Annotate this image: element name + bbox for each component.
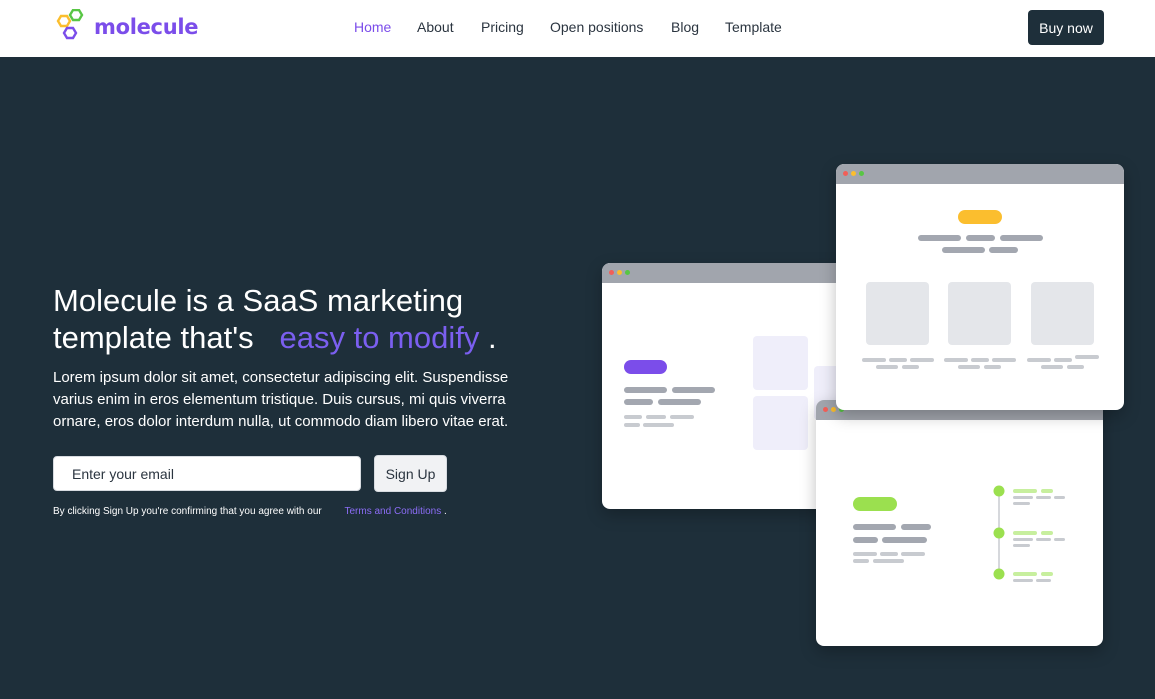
mockup-line — [901, 524, 931, 530]
mockup-window-bottom — [816, 400, 1103, 646]
mockup-line — [889, 358, 907, 362]
mockup-line — [862, 358, 886, 362]
buy-now-button[interactable]: Buy now — [1028, 10, 1104, 45]
nav-open-positions[interactable]: Open positions — [550, 19, 643, 35]
mockup-line — [958, 365, 980, 369]
window-controls — [843, 171, 864, 176]
brand-name: molecule — [94, 15, 199, 39]
mockup-line — [624, 415, 642, 419]
mockup-line — [971, 358, 989, 362]
mockup-card — [753, 396, 808, 450]
window-titlebar — [602, 263, 852, 283]
mockup-line — [984, 365, 1001, 369]
mockup-line — [882, 537, 927, 543]
mockup-line — [876, 365, 898, 369]
hexagon-molecule-icon — [56, 9, 84, 40]
mockup-line — [901, 552, 925, 556]
mockup-card — [948, 282, 1011, 345]
mockup-window-left — [602, 263, 852, 509]
mockup-line — [880, 552, 898, 556]
hero-title-accent: easy to modify — [279, 320, 480, 355]
consent-text: By clicking Sign Up you're confirming th… — [53, 506, 447, 517]
mockup-line — [966, 235, 995, 241]
mockup-line — [1075, 355, 1099, 359]
email-input[interactable] — [53, 456, 361, 491]
mockup-line — [643, 423, 674, 427]
site-header: molecule Home About Pricing Open positio… — [0, 0, 1155, 57]
mockup-line — [918, 235, 961, 241]
brand-logo[interactable]: molecule — [52, 9, 199, 45]
mockup-line — [1054, 358, 1072, 362]
mockup-timeline — [993, 485, 1065, 582]
mockup-line — [624, 399, 653, 405]
consent-label: By clicking Sign Up you're confirming th… — [53, 506, 322, 517]
nav-about[interactable]: About — [417, 19, 454, 35]
mockup-line — [624, 423, 640, 427]
nav-pricing[interactable]: Pricing — [481, 19, 524, 35]
mockup-line — [1041, 365, 1063, 369]
window-controls — [609, 270, 630, 275]
hero-description: Lorem ipsum dolor sit amet, consectetur … — [53, 369, 509, 430]
hero-title-end: . — [487, 320, 497, 355]
mockup-line — [902, 365, 919, 369]
mockup-pill — [624, 360, 667, 374]
hero-title: Molecule is a SaaS marketing template th… — [53, 282, 573, 356]
mockup-line — [873, 559, 904, 563]
mockup-line — [853, 524, 896, 530]
mockup-line — [853, 559, 869, 563]
mockup-card — [1031, 282, 1094, 345]
nav-template[interactable]: Template — [725, 19, 782, 35]
mockup-pill — [958, 210, 1002, 224]
mockup-line — [853, 552, 877, 556]
mockup-line — [1027, 358, 1051, 362]
mockup-window-top — [836, 164, 1124, 410]
mockup-line — [672, 387, 715, 393]
mockup-line — [992, 358, 1016, 362]
mockup-line — [658, 399, 701, 405]
mockup-line — [944, 358, 968, 362]
mockup-line — [670, 415, 694, 419]
mockup-pill — [853, 497, 897, 511]
mockup-card — [866, 282, 929, 345]
mockup-line — [989, 247, 1018, 253]
sign-up-button[interactable]: Sign Up — [374, 455, 447, 492]
mockup-line — [624, 387, 667, 393]
nav-blog[interactable]: Blog — [671, 19, 699, 35]
mockup-line — [853, 537, 878, 543]
mockup-line — [1000, 235, 1043, 241]
mockup-line — [910, 358, 934, 362]
consent-end: . — [444, 506, 447, 517]
terms-link[interactable]: Terms and Conditions — [345, 506, 442, 517]
nav-home[interactable]: Home — [354, 19, 391, 35]
window-titlebar — [836, 164, 1124, 184]
mockup-card — [753, 336, 808, 390]
mockup-line — [942, 247, 985, 253]
mockup-line — [1067, 365, 1084, 369]
mockup-line — [646, 415, 666, 419]
